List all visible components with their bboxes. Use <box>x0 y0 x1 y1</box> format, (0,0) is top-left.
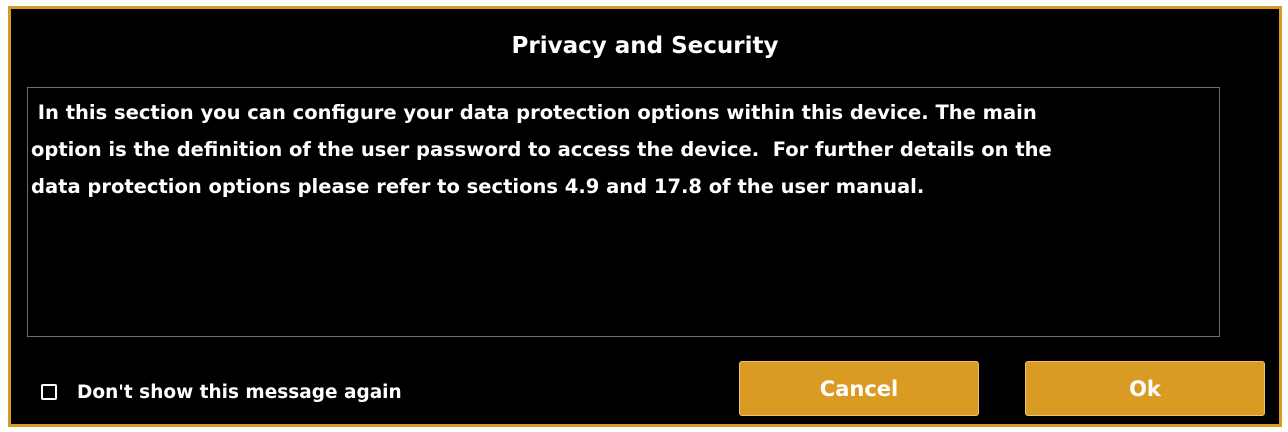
message-text-box: In this section you can configure your d… <box>27 87 1220 337</box>
dialog-title: Privacy and Security <box>511 33 779 59</box>
cancel-button[interactable]: Cancel <box>739 361 979 416</box>
privacy-security-dialog: Privacy and Security In this section you… <box>8 6 1282 427</box>
ok-button[interactable]: Ok <box>1025 361 1265 416</box>
dont-show-again-checkbox[interactable] <box>41 384 57 400</box>
dont-show-again-label[interactable]: Don't show this message again <box>77 382 402 403</box>
dont-show-again-row[interactable]: Don't show this message again <box>41 377 402 407</box>
